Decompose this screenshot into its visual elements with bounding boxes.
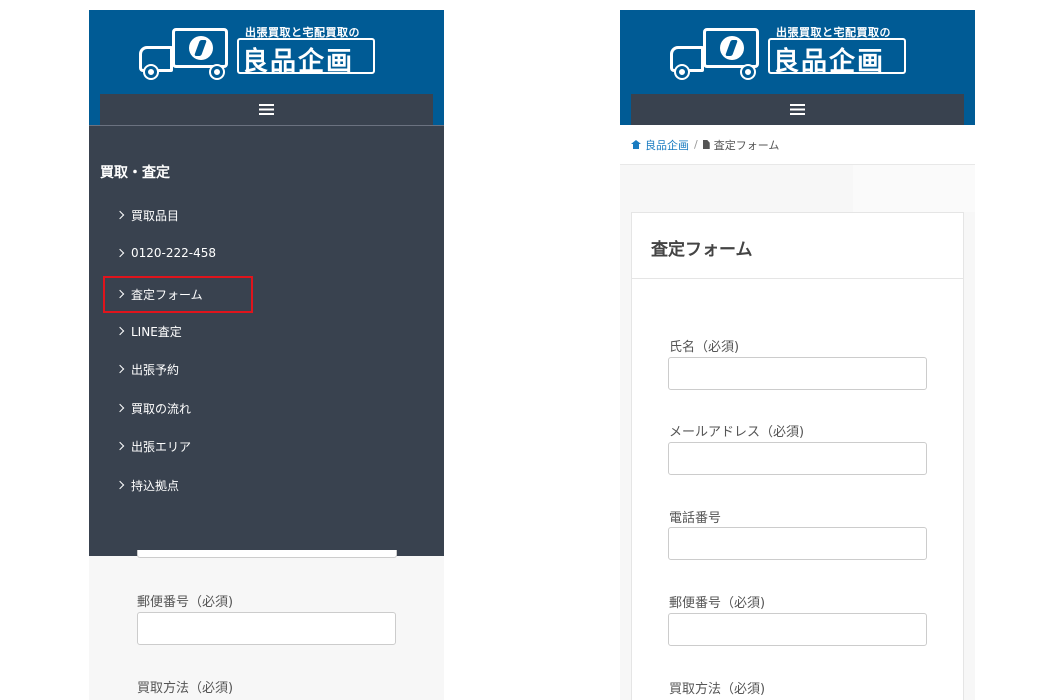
breadcrumb: 良品企画 / 査定フォーム xyxy=(620,125,975,165)
phone-input[interactable] xyxy=(668,527,927,560)
logo-badge xyxy=(172,28,228,68)
wheel-icon xyxy=(145,66,157,78)
home-icon xyxy=(631,140,641,149)
background-strip xyxy=(853,165,975,212)
field-label-name: 氏名（必須) xyxy=(669,340,740,355)
nav-item-items[interactable]: 買取品目 xyxy=(115,205,179,225)
nav-item-phone[interactable]: 0120-222-458 xyxy=(115,243,216,263)
nav-drawer: 買取・査定 買取品目 0120-222-458 査定フォーム LINE査定 出張… xyxy=(89,125,444,556)
nav-item-flow[interactable]: 買取の流れ xyxy=(115,398,191,418)
chevron-right-icon xyxy=(115,248,125,258)
chevron-right-icon xyxy=(115,403,125,413)
chevron-right-icon xyxy=(115,210,125,220)
field-label-phone: 電話番号 xyxy=(669,511,722,526)
chevron-right-icon xyxy=(115,326,125,336)
hamburger-menu-icon[interactable] xyxy=(259,104,274,115)
logo-name-box: 良品企画 xyxy=(237,38,375,77)
drawer-section-title: 買取・査定 xyxy=(100,165,170,181)
form-card-header: 査定フォーム xyxy=(632,213,963,279)
logo-name-box: 良品企画 xyxy=(768,38,906,77)
postal-code-input[interactable] xyxy=(137,612,396,645)
breadcrumb-separator: / xyxy=(694,138,698,151)
site-header: 出張買取と宅配買取の 良品企画 xyxy=(620,10,975,125)
field-label-method: 買取方法（必須) xyxy=(669,682,766,697)
field-label-postal: 郵便番号（必須) xyxy=(137,595,234,610)
mobile-view-form: 出張買取と宅配買取の 良品企画 良品企画 / 査定フォーム 査定フォーム 氏名（… xyxy=(620,10,975,700)
menu-toggle-bar[interactable] xyxy=(100,94,433,125)
wheel-icon xyxy=(676,66,688,78)
highlight-box xyxy=(103,276,253,313)
logo-name: 良品企画 xyxy=(773,47,886,77)
form-title: 査定フォーム xyxy=(651,240,753,260)
chevron-right-icon xyxy=(115,364,125,374)
site-logo[interactable]: 出張買取と宅配買取の 良品企画 xyxy=(137,24,387,84)
hamburger-menu-icon[interactable] xyxy=(790,104,805,115)
form-card: 査定フォーム 氏名（必須) メールアドレス（必須) 電話番号 郵便番号（必須) … xyxy=(631,212,964,700)
nav-item-bases[interactable]: 持込拠点 xyxy=(115,475,179,495)
nav-item-reservation[interactable]: 出張予約 xyxy=(115,359,179,379)
chevron-right-icon xyxy=(115,480,125,490)
mobile-view-menu-open: 出張買取と宅配買取の 良品企画 買取・査定 買取品目 0120-222-458 … xyxy=(89,10,444,700)
wheel-icon xyxy=(742,66,754,78)
postal-code-input[interactable] xyxy=(668,613,927,646)
email-input[interactable] xyxy=(668,442,927,475)
breadcrumb-home-link[interactable]: 良品企画 xyxy=(645,137,689,153)
logo-name: 良品企画 xyxy=(242,47,355,77)
field-label-postal: 郵便番号（必須) xyxy=(669,596,766,611)
site-logo[interactable]: 出張買取と宅配買取の 良品企画 xyxy=(668,24,918,84)
site-header: 出張買取と宅配買取の 良品企画 xyxy=(89,10,444,125)
logo-badge xyxy=(703,28,759,68)
name-input[interactable] xyxy=(668,357,927,390)
chevron-right-icon xyxy=(115,441,125,451)
menu-toggle-bar[interactable] xyxy=(631,94,964,125)
file-icon xyxy=(702,140,710,149)
field-label-email: メールアドレス（必須) xyxy=(669,425,805,440)
brand-mark-icon xyxy=(720,36,744,60)
wheel-icon xyxy=(211,66,223,78)
breadcrumb-current: 査定フォーム xyxy=(713,138,780,152)
nav-item-line[interactable]: LINE査定 xyxy=(115,321,182,341)
field-label-method: 買取方法（必須) xyxy=(137,681,234,696)
form-input[interactable] xyxy=(137,550,397,558)
nav-item-area[interactable]: 出張エリア xyxy=(115,436,191,456)
brand-mark-icon xyxy=(189,36,213,60)
